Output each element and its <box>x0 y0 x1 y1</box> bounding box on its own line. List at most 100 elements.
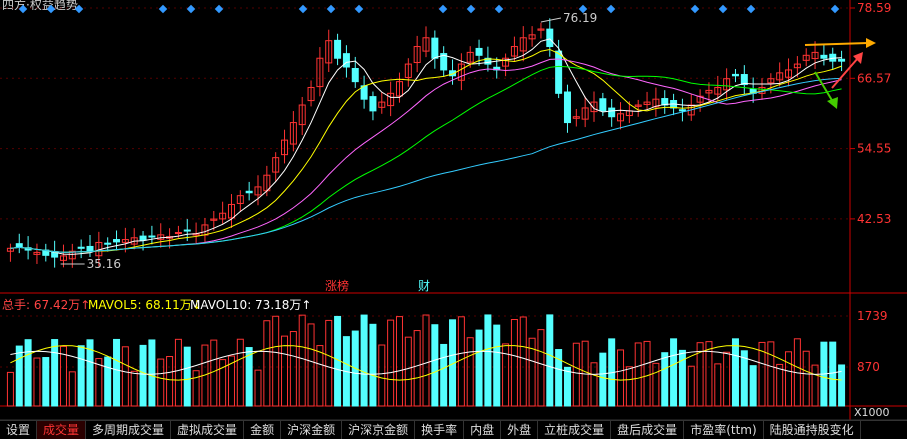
event-marker <box>186 4 196 14</box>
candle-body <box>838 58 846 62</box>
volume-bar <box>316 345 324 407</box>
candle-body <box>431 37 439 59</box>
legend-mavol10: MAVOL10: 73.18万↑ <box>190 298 312 312</box>
event-marker <box>354 4 364 14</box>
low-label: 35.16 <box>87 257 121 271</box>
tab-11[interactable]: 盘后成交量 <box>611 421 685 439</box>
tab-10[interactable]: 立桩成交量 <box>538 421 612 439</box>
tab-6[interactable]: 沪深京金额 <box>342 421 416 439</box>
arrow-down-head <box>827 97 838 109</box>
tab-4[interactable]: 金额 <box>244 421 282 439</box>
candle-body <box>546 28 554 48</box>
volume-bar <box>378 344 386 407</box>
candle-body <box>599 98 607 112</box>
ma10-line <box>10 48 842 253</box>
event-marker <box>690 4 700 14</box>
volume-bar <box>104 356 112 407</box>
event-tag-1: 涨榜 <box>325 278 349 293</box>
candle-body <box>15 243 23 248</box>
volume-bar <box>113 338 121 407</box>
tab-5[interactable]: 沪深金额 <box>281 421 343 439</box>
event-marker <box>326 4 336 14</box>
volume-bar <box>77 345 85 407</box>
volume-bar <box>6 371 14 407</box>
volume-bar <box>617 349 625 407</box>
tab-13[interactable]: 陆股通持股变化 <box>764 421 861 439</box>
volume-bar <box>785 351 793 407</box>
candle-body <box>174 232 182 235</box>
volume-bar <box>776 363 784 407</box>
candlestick-chart: 78.59 66.57 54.55 42.53 1739 870 X1000 76.19 35.… <box>0 0 907 420</box>
candle-body <box>555 50 563 94</box>
volume-bar <box>484 314 492 407</box>
volume-bar <box>431 324 439 407</box>
volume-bar <box>413 330 421 407</box>
tab-8[interactable]: 内盘 <box>464 421 502 439</box>
tab-1[interactable]: 成交量 <box>37 421 87 439</box>
volume-bar <box>263 320 271 407</box>
event-marker <box>74 4 84 14</box>
volume-bar <box>325 319 333 407</box>
volume-bar <box>519 316 527 407</box>
legend-total: 总手: 67.42万↑ <box>2 298 91 312</box>
candle-body <box>563 91 571 124</box>
event-marker <box>746 4 756 14</box>
candle-body <box>342 53 350 68</box>
tab-3[interactable]: 虚拟成交量 <box>171 421 245 439</box>
volume-bar <box>811 364 819 407</box>
volume-bar <box>475 329 483 407</box>
vol-unit: X1000 <box>854 406 890 419</box>
candle-body <box>351 68 359 83</box>
candle-body <box>678 109 686 112</box>
candle-body <box>148 235 156 238</box>
candle-body <box>86 245 94 252</box>
volume-bar <box>670 338 678 407</box>
candle-body <box>731 73 739 77</box>
price-label-0: 78.59 <box>857 1 891 15</box>
volume-bar <box>68 371 76 407</box>
price-label-2: 54.55 <box>857 142 891 156</box>
volume-bar <box>740 350 748 407</box>
event-marker <box>494 4 504 14</box>
volume-bar <box>360 314 368 407</box>
high-label: 76.19 <box>563 11 597 25</box>
tab-9[interactable]: 外盘 <box>501 421 539 439</box>
tab-12[interactable]: 市盈率(ttm) <box>684 421 764 439</box>
volume-bar <box>510 319 518 407</box>
volume-bar <box>838 364 846 407</box>
tab-2[interactable]: 多周期成交量 <box>86 421 172 439</box>
volume-bar <box>192 370 200 407</box>
volume-bar <box>395 316 403 407</box>
volume-bar <box>42 357 50 407</box>
vol-label-1: 870 <box>857 360 880 374</box>
volume-bar <box>829 341 837 407</box>
volume-bar <box>51 339 59 407</box>
volume-bar <box>625 366 633 407</box>
candle-body <box>183 229 191 232</box>
high-pointer <box>540 17 562 23</box>
volume-bar <box>387 319 395 407</box>
volume-bar <box>572 342 580 407</box>
volume-bar <box>307 323 315 407</box>
volume-bar <box>59 345 67 407</box>
tab-7[interactable]: 换手率 <box>415 421 465 439</box>
volume-bar <box>599 352 607 407</box>
candle-body <box>820 54 828 59</box>
legend-mavol5: MAVOL5: 68.11万↓ <box>88 298 202 312</box>
event-marker <box>46 4 56 14</box>
price-label-1: 66.57 <box>857 71 891 85</box>
price-label-3: 42.53 <box>857 212 891 226</box>
volume-bar <box>802 350 810 407</box>
volume-bar <box>457 316 465 407</box>
candle-body <box>77 246 85 249</box>
ma5-line <box>10 38 842 255</box>
volume-bar <box>210 339 218 407</box>
volume-bar <box>714 363 722 407</box>
tab-0[interactable]: 设置 <box>0 421 38 439</box>
volume-bar <box>723 351 731 407</box>
volume-bar <box>236 338 244 407</box>
volume-bar <box>15 345 23 407</box>
volume-bar <box>590 362 598 407</box>
volume-bar <box>254 369 262 407</box>
event-marker <box>298 4 308 14</box>
